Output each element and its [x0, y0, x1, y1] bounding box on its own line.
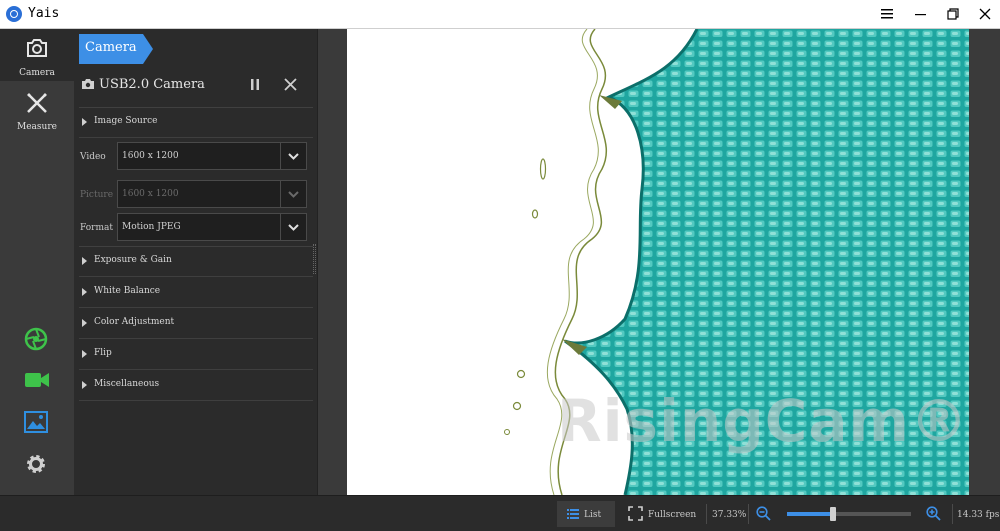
menu-icon[interactable] — [871, 0, 903, 28]
section-image-source-label: Image Source — [94, 116, 158, 126]
section-miscellaneous[interactable]: Miscellaneous — [79, 371, 313, 401]
microscope-image: RisingCam® — [347, 29, 969, 495]
mode-rail: Camera Measure — [0, 29, 74, 495]
watermark-logo: RisingCam® — [557, 387, 969, 455]
section-white-balance-label: White Balance — [94, 286, 161, 296]
image-gallery-icon[interactable] — [24, 411, 48, 437]
divider — [706, 504, 707, 524]
pause-icon[interactable] — [250, 78, 260, 91]
zoom-slider-fill — [787, 512, 833, 516]
section-miscellaneous-label: Miscellaneous — [94, 379, 160, 389]
minimize-icon[interactable] — [905, 0, 937, 28]
format-label: Format — [80, 223, 113, 233]
video-resolution-select[interactable]: 1600 x 1200 — [117, 142, 307, 170]
chevron-down-icon — [280, 181, 306, 207]
expand-arrow-icon — [82, 319, 87, 327]
device-row: USB2.0 Camera — [79, 73, 313, 99]
list-label: List — [584, 510, 602, 520]
window-title: Yais — [28, 6, 60, 21]
section-image-source[interactable]: Image Source — [79, 108, 313, 138]
rail-measure[interactable]: Measure — [0, 83, 74, 135]
fullscreen-label: Fullscreen — [648, 510, 697, 520]
list-button[interactable]: List — [557, 501, 615, 527]
list-icon — [567, 509, 579, 519]
format-select[interactable]: Motion JPEG — [117, 213, 307, 241]
video-camera-icon[interactable] — [24, 370, 50, 394]
format-value: Motion JPEG — [122, 222, 181, 232]
zoom-percent: 37.33% — [712, 510, 747, 520]
zoom-slider[interactable] — [787, 507, 911, 521]
panel-splitter-handle[interactable] — [313, 244, 316, 274]
rail-camera[interactable]: Camera — [0, 29, 74, 81]
section-flip[interactable]: Flip — [79, 340, 313, 370]
picture-label: Picture — [80, 190, 114, 200]
camera-icon — [27, 39, 47, 57]
chevron-down-icon — [280, 214, 306, 240]
zoom-out-icon[interactable] — [756, 506, 771, 521]
section-color-adjustment[interactable]: Color Adjustment — [79, 309, 313, 339]
device-name: USB2.0 Camera — [99, 77, 205, 92]
expand-arrow-icon — [82, 257, 87, 265]
restore-icon[interactable] — [937, 0, 969, 28]
expand-arrow-icon — [82, 118, 87, 126]
divider — [748, 504, 749, 524]
title-bar: Yais — [0, 0, 1000, 29]
video-label: Video — [80, 152, 106, 162]
status-bar: List Fullscreen 37.33% 14.33 fps — [0, 495, 1000, 531]
picture-resolution-value: 1600 x 1200 — [122, 189, 179, 199]
video-resolution-value: 1600 x 1200 — [122, 151, 179, 161]
section-flip-label: Flip — [94, 348, 112, 358]
close-window-icon[interactable] — [969, 0, 1000, 28]
camera-small-icon — [82, 79, 94, 89]
zoom-in-icon[interactable] — [926, 506, 941, 521]
measure-icon — [27, 93, 47, 113]
section-white-balance[interactable]: White Balance — [79, 278, 313, 308]
fullscreen-button[interactable]: Fullscreen — [626, 501, 701, 527]
tab-camera[interactable]: Camera — [79, 34, 153, 64]
section-exposure-gain[interactable]: Exposure & Gain — [79, 247, 313, 277]
settings-gear-icon[interactable] — [24, 452, 48, 480]
rail-measure-label: Measure — [17, 122, 57, 132]
close-camera-icon[interactable] — [284, 78, 297, 91]
chevron-down-icon — [280, 143, 306, 169]
image-viewer[interactable]: RisingCam® — [318, 29, 1000, 495]
camera-settings-panel: Camera USB2.0 Camera Image Source Video … — [74, 29, 318, 495]
section-exposure-gain-label: Exposure & Gain — [94, 255, 172, 265]
fps-readout: 14.33 fps — [957, 510, 1000, 520]
fullscreen-icon — [628, 506, 643, 521]
expand-arrow-icon — [82, 381, 87, 389]
rail-camera-label: Camera — [19, 68, 55, 78]
section-color-adjustment-label: Color Adjustment — [94, 317, 175, 327]
aperture-icon[interactable] — [24, 327, 48, 355]
expand-arrow-icon — [82, 288, 87, 296]
divider — [952, 504, 953, 524]
zoom-slider-handle[interactable] — [829, 507, 836, 521]
app-logo-icon — [6, 6, 22, 22]
expand-arrow-icon — [82, 350, 87, 358]
picture-resolution-select: 1600 x 1200 — [117, 180, 307, 208]
